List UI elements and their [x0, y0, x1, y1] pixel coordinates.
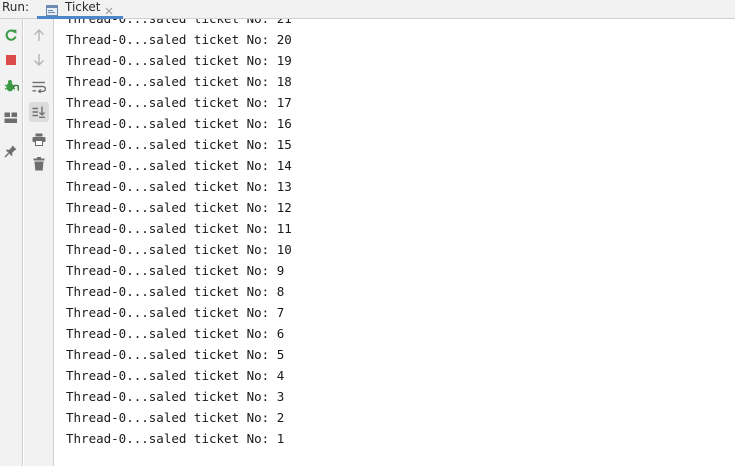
layout-icon[interactable]	[1, 108, 21, 128]
console-lines: Thread-0...saled ticket No: 21 Thread-0.…	[66, 19, 292, 449]
debug-rerun-icon[interactable]	[1, 76, 21, 96]
console-output[interactable]: Thread-0...saled ticket No: 21 Thread-0.…	[55, 19, 735, 466]
tab-ticket-label: Ticket	[65, 0, 101, 14]
console-line: Thread-0...saled ticket No: 5	[66, 347, 285, 362]
console-line: Thread-0...saled ticket No: 17	[66, 95, 292, 110]
stop-icon[interactable]	[1, 50, 21, 70]
console-line: Thread-0...saled ticket No: 19	[66, 53, 292, 68]
console-line: Thread-0...saled ticket No: 4	[66, 368, 285, 383]
run-tool-window-header: Run: Ticket	[0, 0, 735, 19]
console-tab-icon	[46, 1, 58, 16]
soft-wrap-icon[interactable]	[29, 77, 49, 97]
console-line: Thread-0...saled ticket No: 7	[66, 305, 285, 320]
close-icon[interactable]	[104, 1, 114, 15]
console-line: Thread-0...saled ticket No: 20	[66, 32, 292, 47]
scroll-up-icon[interactable]	[29, 25, 49, 45]
run-actions-toolbar	[0, 19, 23, 466]
console-line: Thread-0...saled ticket No: 2	[66, 410, 285, 425]
scroll-down-icon[interactable]	[29, 50, 49, 70]
scroll-to-end-icon[interactable]	[29, 102, 49, 122]
clear-all-icon[interactable]	[29, 154, 49, 174]
run-label: Run:	[2, 0, 30, 14]
console-line: Thread-0...saled ticket No: 16	[66, 116, 292, 131]
tab-ticket[interactable]: Ticket	[37, 0, 123, 19]
console-actions-toolbar	[24, 19, 54, 466]
console-line: Thread-0...saled ticket No: 13	[66, 179, 292, 194]
console-line: Thread-0...saled ticket No: 9	[66, 263, 285, 278]
console-line: Thread-0...saled ticket No: 21	[66, 19, 292, 29]
console-line: Thread-0...saled ticket No: 1	[66, 431, 285, 446]
console-line: Thread-0...saled ticket No: 15	[66, 137, 292, 152]
console-line: Thread-0...saled ticket No: 8	[66, 284, 285, 299]
console-line: Thread-0...saled ticket No: 14	[66, 158, 292, 173]
console-line: Thread-0...saled ticket No: 6	[66, 326, 285, 341]
print-icon[interactable]	[29, 129, 49, 149]
rerun-icon[interactable]	[1, 25, 21, 45]
console-line: Thread-0...saled ticket No: 3	[66, 389, 285, 404]
console-line: Thread-0...saled ticket No: 11	[66, 221, 292, 236]
console-line: Thread-0...saled ticket No: 18	[66, 74, 292, 89]
console-line: Thread-0...saled ticket No: 12	[66, 200, 292, 215]
pin-icon[interactable]	[1, 141, 21, 161]
console-line: Thread-0...saled ticket No: 10	[66, 242, 292, 257]
